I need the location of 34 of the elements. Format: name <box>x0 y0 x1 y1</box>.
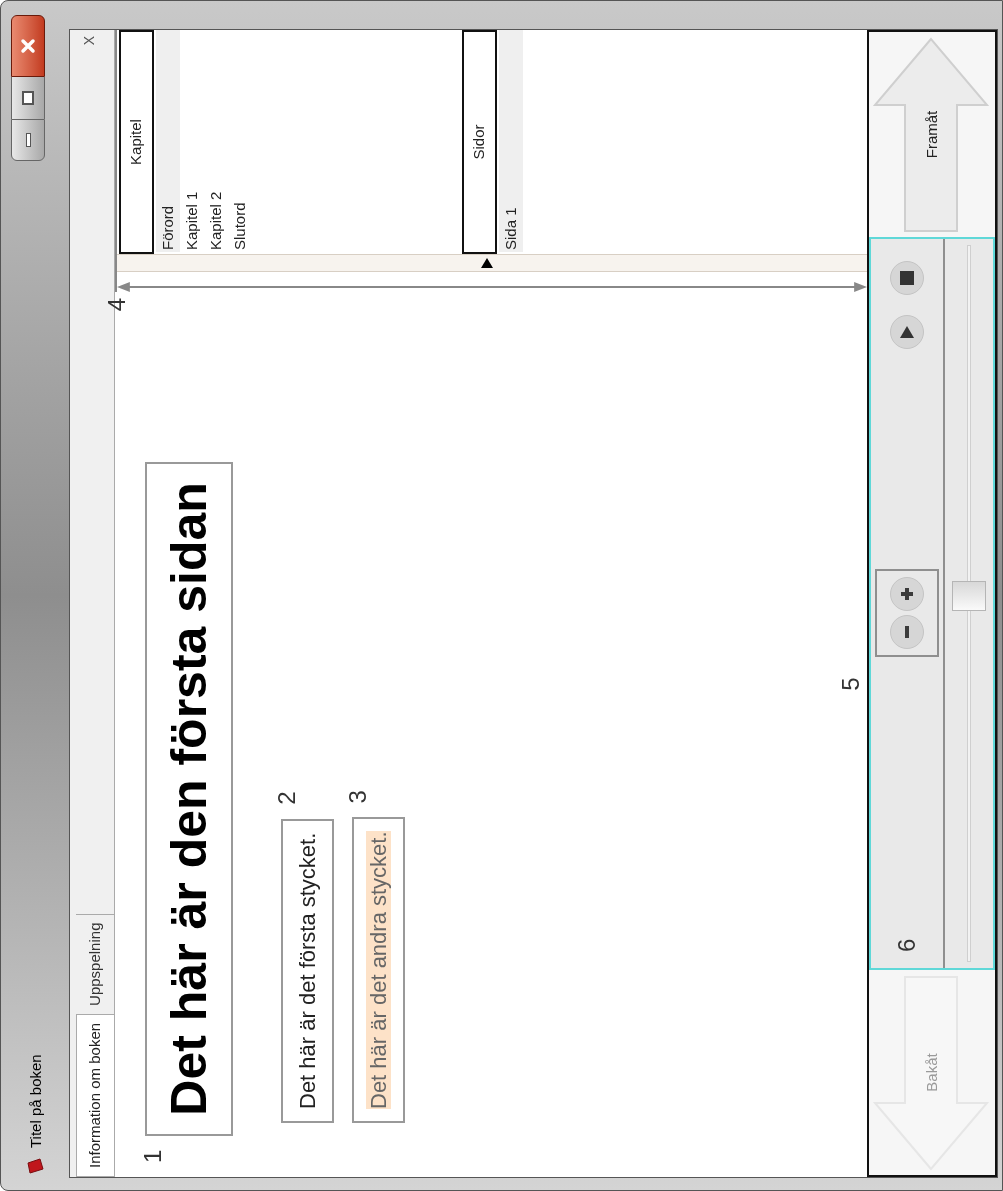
list-item[interactable]: Förord <box>156 30 180 252</box>
maximize-button[interactable] <box>11 77 45 119</box>
callout-number: 6 <box>892 938 921 952</box>
minimize-button[interactable] <box>11 119 45 161</box>
page-heading: Det här är den första sidan <box>145 462 233 1136</box>
close-button[interactable] <box>11 15 45 77</box>
book-icon <box>26 1156 47 1176</box>
callout-number: 1 <box>138 1149 167 1163</box>
slider-thumb[interactable] <box>952 581 986 612</box>
window-title: Titel på boken <box>26 1054 45 1148</box>
paragraph: Det här är det andra stycket. <box>352 817 405 1123</box>
close-icon <box>20 38 36 54</box>
stop-button[interactable] <box>890 261 924 295</box>
section-header: Kapitel <box>119 30 154 254</box>
zoom-out-button[interactable] <box>890 614 924 649</box>
play-icon <box>899 325 915 339</box>
section-header: Sidor <box>462 30 497 254</box>
minus-icon <box>905 625 909 638</box>
callout-number: 2 <box>272 791 301 805</box>
callout-number: 3 <box>343 790 372 804</box>
zoom-in-button[interactable] <box>890 576 924 611</box>
maximize-icon <box>22 91 34 105</box>
plus-icon <box>900 586 914 601</box>
stop-icon <box>900 271 914 285</box>
paragraph: Det här är det första stycket. <box>281 818 334 1123</box>
callout-number: 5 <box>836 677 865 691</box>
tab[interactable]: Information om boken <box>76 1013 114 1177</box>
list-item[interactable]: Sida 1 <box>499 30 523 252</box>
triangle-icon <box>481 258 493 268</box>
minimize-icon <box>25 133 31 147</box>
callout-number: 4 <box>102 298 131 312</box>
panel-close-button[interactable]: X <box>79 36 100 46</box>
arrow-icon <box>871 35 991 235</box>
play-button[interactable] <box>890 315 924 349</box>
